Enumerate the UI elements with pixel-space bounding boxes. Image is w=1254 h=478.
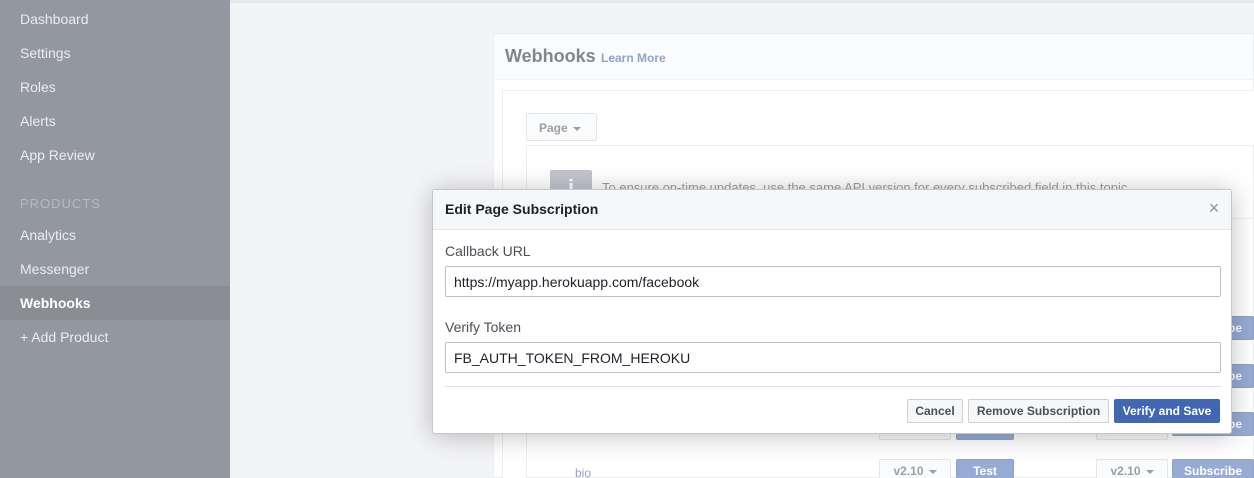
dialog-divider	[445, 386, 1221, 387]
cancel-button[interactable]: Cancel	[907, 399, 963, 423]
dialog-title: Edit Page Subscription	[445, 201, 599, 217]
remove-subscription-button[interactable]: Remove Subscription	[968, 399, 1109, 423]
verify-and-save-button[interactable]: Verify and Save	[1114, 399, 1220, 423]
verify-token-label: Verify Token	[445, 319, 522, 335]
callback-url-input[interactable]	[445, 266, 1221, 297]
dialog-header: Edit Page Subscription ×	[433, 190, 1231, 230]
verify-token-input[interactable]	[445, 342, 1221, 373]
edit-subscription-dialog: Edit Page Subscription × Callback URL Ve…	[432, 189, 1232, 434]
close-icon[interactable]: ×	[1205, 198, 1223, 220]
callback-url-label: Callback URL	[445, 243, 531, 259]
